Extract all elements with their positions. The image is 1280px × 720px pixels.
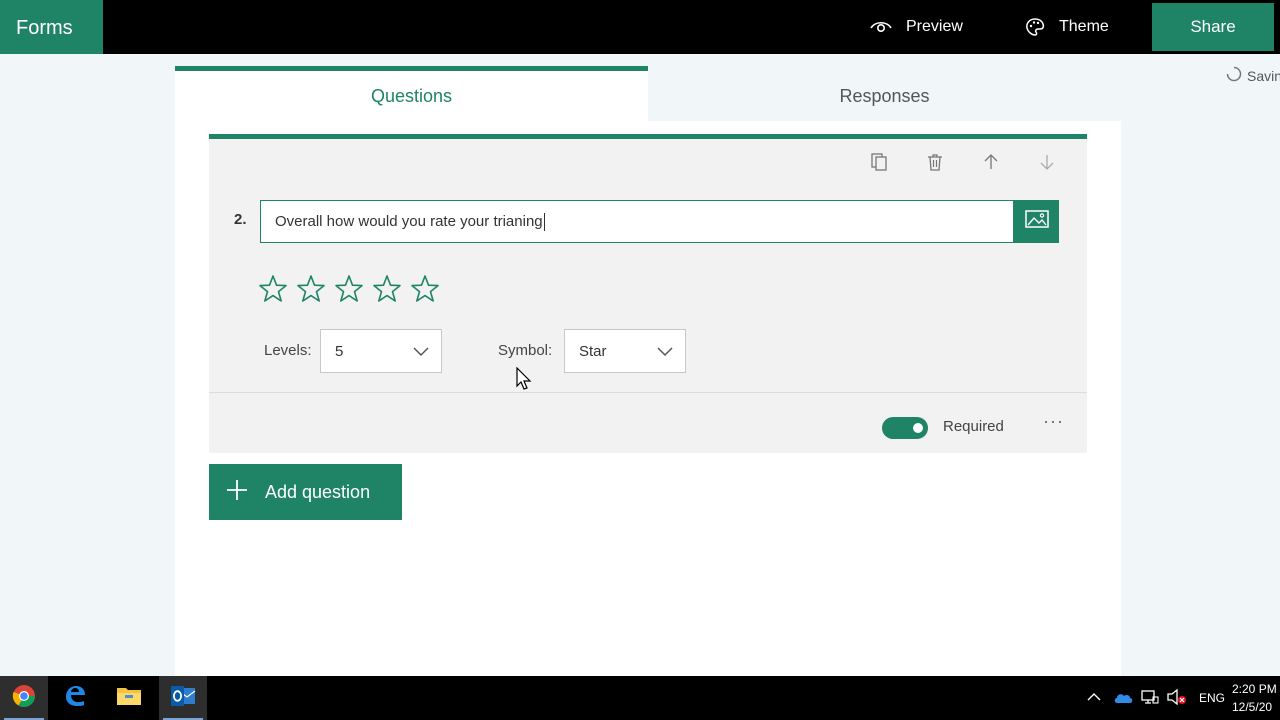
chrome-icon <box>12 684 36 713</box>
plus-icon <box>225 478 249 507</box>
levels-label: Levels: <box>264 342 312 359</box>
question-number: 2. <box>234 211 247 228</box>
symbol-dropdown[interactable]: Star <box>564 329 686 373</box>
system-tray: ENG <box>1087 676 1225 720</box>
question-footer: Required ··· <box>209 392 1087 453</box>
saving-status: Saving <box>1226 66 1280 85</box>
star-icon <box>295 273 327 305</box>
more-options-button[interactable]: ··· <box>1043 411 1064 432</box>
chevron-down-icon <box>657 344 673 362</box>
theme-button[interactable]: Theme <box>1025 0 1109 54</box>
palette-icon <box>1025 17 1045 37</box>
symbol-value: Star <box>579 342 607 360</box>
volume-muted-icon[interactable] <box>1167 688 1187 708</box>
symbol-label: Symbol: <box>498 342 553 359</box>
network-icon[interactable] <box>1141 689 1159 708</box>
required-label: Required <box>943 418 1004 435</box>
question-toolbar <box>869 152 1057 172</box>
chevron-down-icon <box>413 344 429 362</box>
eye-icon <box>870 19 892 35</box>
chevron-up-icon[interactable] <box>1087 691 1101 705</box>
star-icon <box>257 273 289 305</box>
taskbar-file-explorer[interactable] <box>105 676 153 720</box>
add-question-button[interactable]: Add question <box>209 464 402 520</box>
top-bar: Forms Preview Theme Share <box>0 0 1280 54</box>
required-toggle[interactable] <box>882 417 928 439</box>
text-caret <box>543 213 545 232</box>
add-question-label: Add question <box>265 481 371 502</box>
delete-icon[interactable] <box>925 152 945 172</box>
taskbar-clock[interactable]: 2:20 PM 12/5/20 <box>1232 680 1280 716</box>
rating-preview <box>257 273 441 305</box>
levels-dropdown[interactable]: 5 <box>320 329 442 373</box>
edge-icon <box>63 684 87 713</box>
mouse-pointer-icon <box>516 366 532 396</box>
star-icon <box>409 273 441 305</box>
question-title-text: Overall how would you rate your trianing <box>275 213 543 230</box>
move-up-icon[interactable] <box>981 152 1001 172</box>
clock-time: 2:20 PM <box>1232 682 1277 696</box>
move-down-icon[interactable] <box>1037 152 1057 172</box>
preview-button[interactable]: Preview <box>870 0 963 54</box>
tab-bar: Questions Responses <box>175 66 1121 121</box>
star-icon <box>333 273 365 305</box>
file-explorer-icon <box>116 685 142 712</box>
preview-label: Preview <box>906 18 963 35</box>
form-card: Questions Responses 2. Overall how would… <box>175 66 1121 676</box>
clock-date: 12/5/20 <box>1232 700 1273 714</box>
star-icon <box>371 273 403 305</box>
tab-responses[interactable]: Responses <box>648 66 1121 121</box>
spinner-icon <box>1226 66 1242 85</box>
question-title-input[interactable]: Overall how would you rate your trianing <box>260 200 1014 243</box>
levels-value: 5 <box>335 342 344 360</box>
taskbar-outlook[interactable] <box>159 676 207 720</box>
onedrive-icon[interactable] <box>1113 690 1133 707</box>
app-brand[interactable]: Forms <box>0 0 103 54</box>
taskbar-chrome[interactable] <box>0 676 48 720</box>
insert-image-button[interactable] <box>1014 200 1059 243</box>
theme-label: Theme <box>1059 18 1109 35</box>
tab-questions[interactable]: Questions <box>175 66 648 121</box>
language-indicator[interactable]: ENG <box>1199 691 1225 705</box>
copy-icon[interactable] <box>869 152 889 172</box>
share-button[interactable]: Share <box>1152 3 1274 51</box>
outlook-icon <box>170 684 196 713</box>
image-icon <box>1024 210 1049 233</box>
taskbar: ENG 2:20 PM 12/5/20 <box>0 676 1280 720</box>
taskbar-edge[interactable] <box>51 676 99 720</box>
saving-label: Saving <box>1247 67 1280 84</box>
